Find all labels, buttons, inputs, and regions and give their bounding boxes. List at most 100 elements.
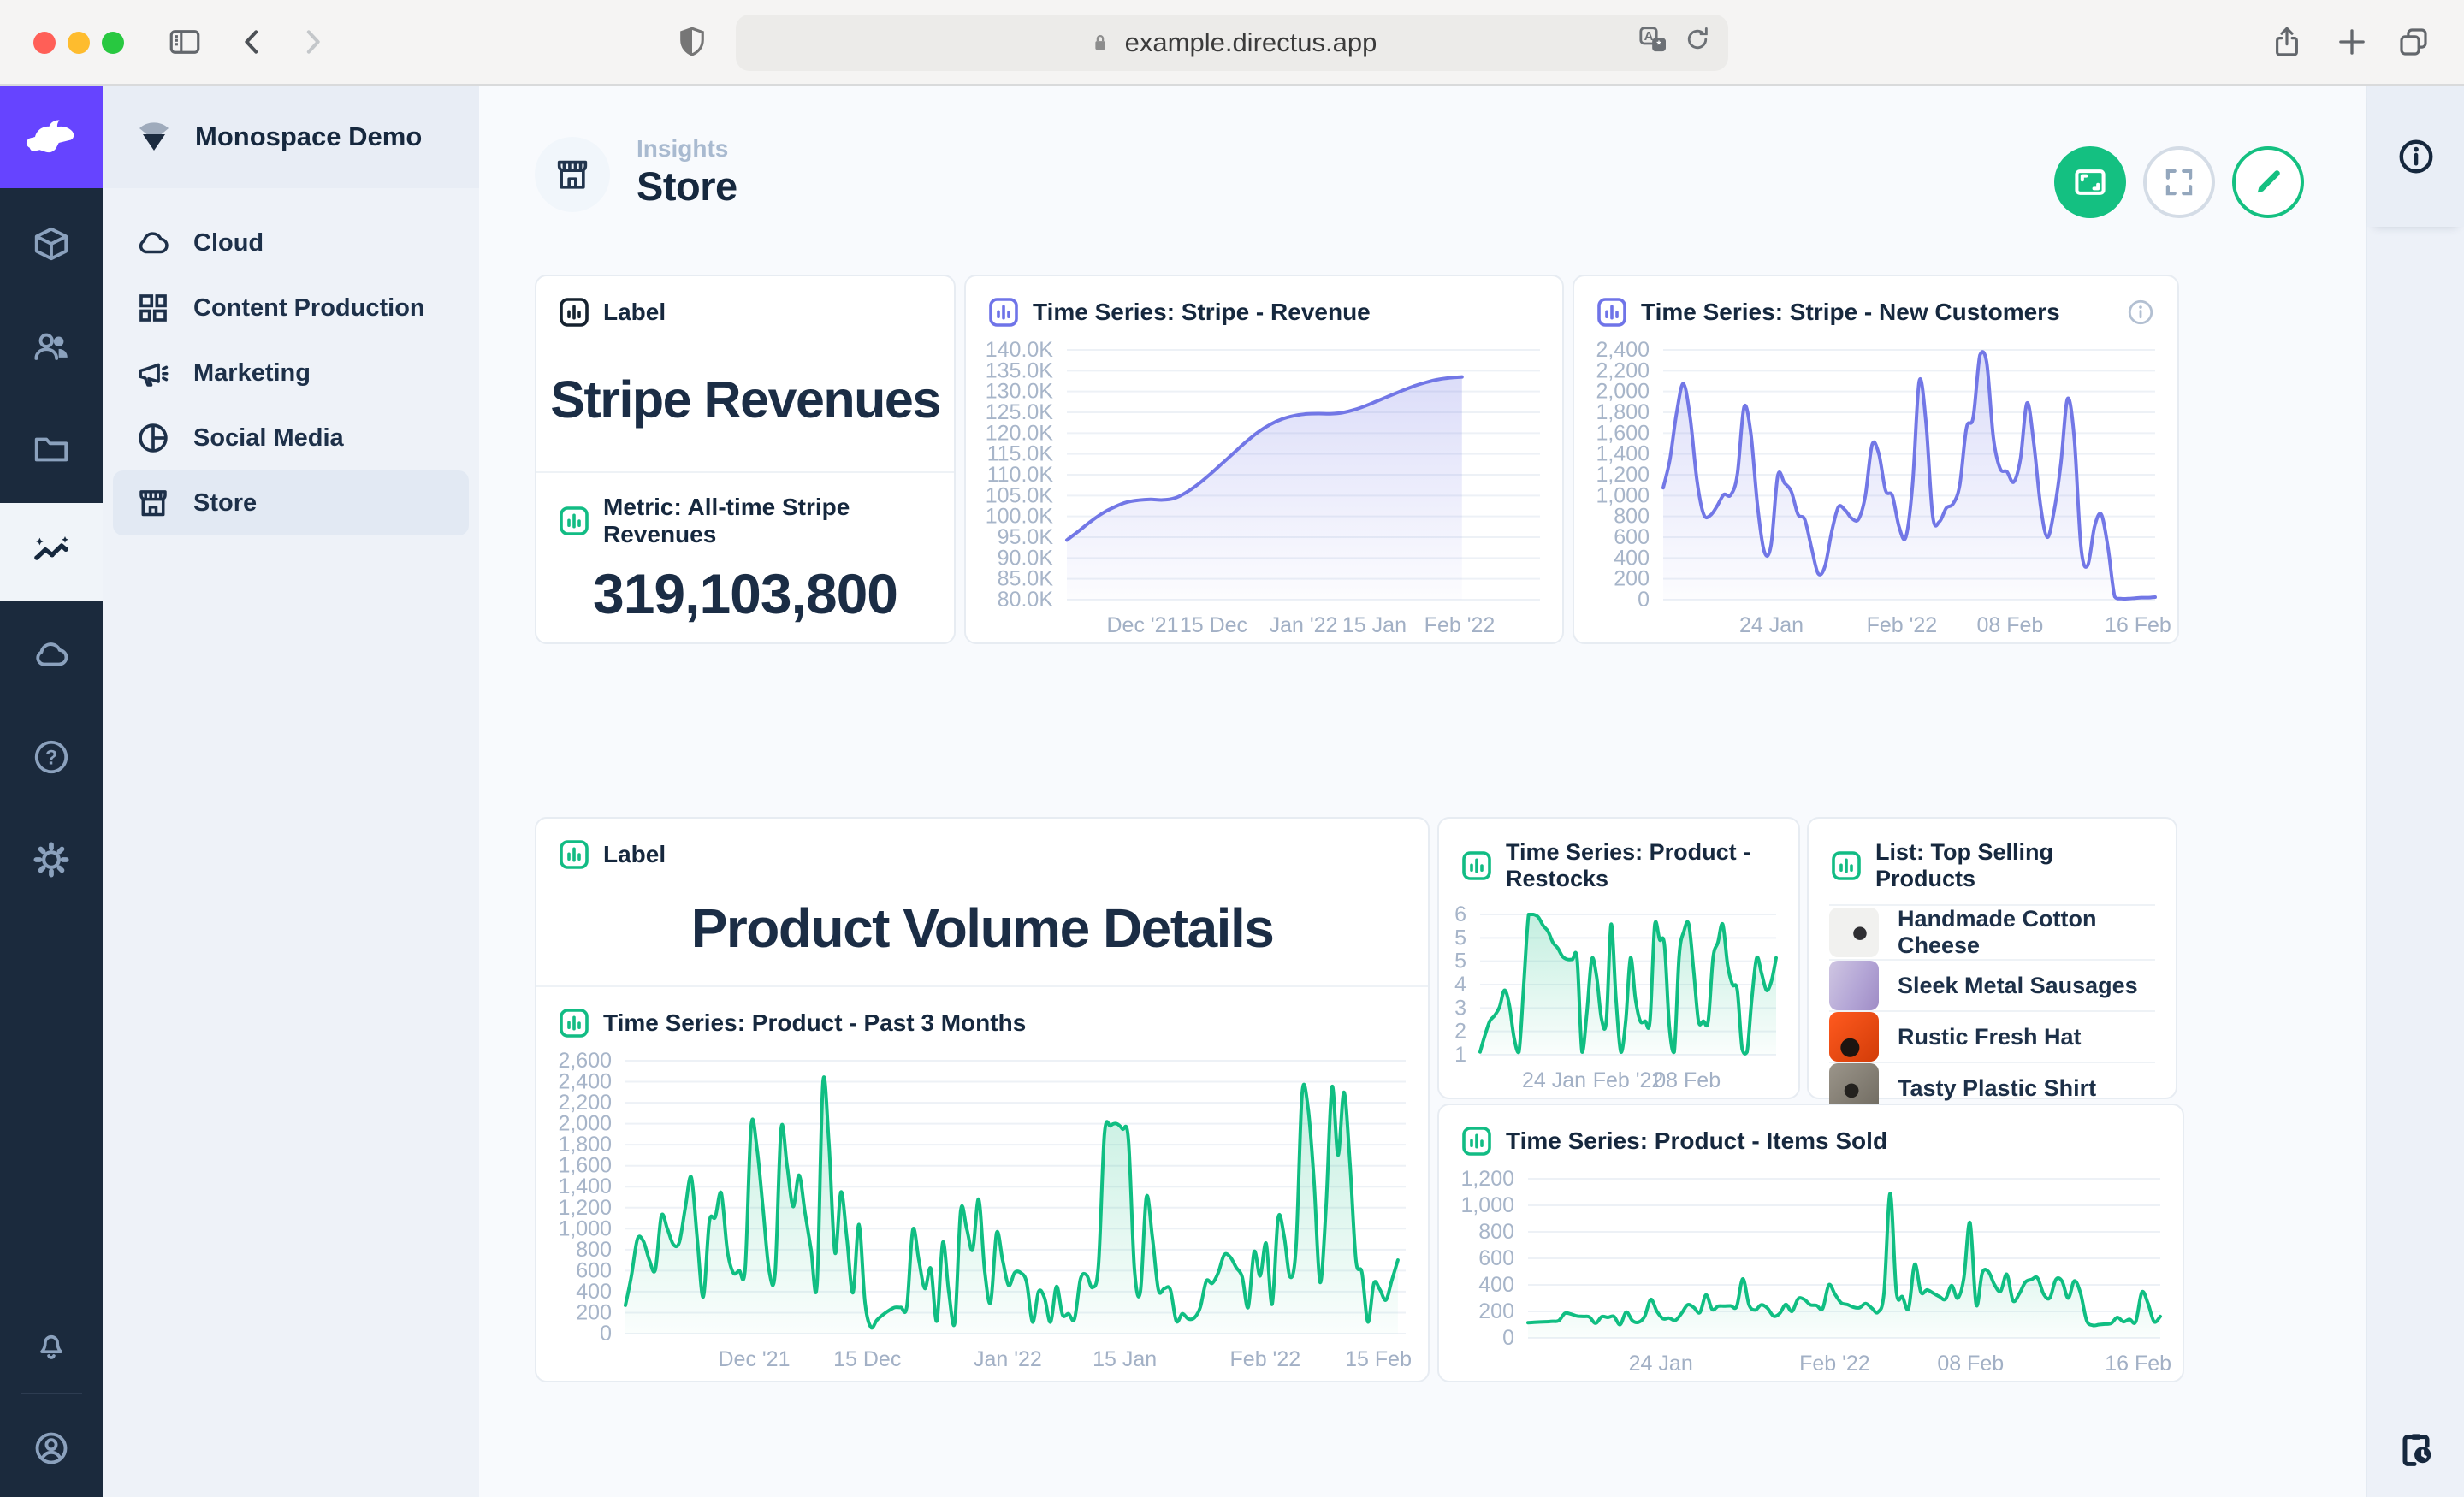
info-icon [2396, 137, 2436, 176]
edit-dashboard-button[interactable] [2232, 146, 2304, 218]
product-name: Handmade Cotton Cheese [1898, 906, 2155, 959]
metric-value: 319,103,800 [536, 557, 954, 642]
panel-title: Time Series: Stripe - Revenue [1033, 299, 1371, 326]
list-item[interactable]: Rustic Fresh Hat [1829, 1010, 2155, 1062]
lock-icon [1087, 30, 1113, 56]
svg-text:08 Feb: 08 Feb [1654, 1068, 1721, 1092]
label-panel: Label Stripe Revenues [536, 276, 954, 471]
label-text: Stripe Revenues [536, 336, 954, 471]
module-files[interactable] [0, 400, 103, 498]
panel-title: Time Series: Stripe - New Customers [1641, 299, 2060, 326]
svg-text:0: 0 [600, 1322, 612, 1346]
panel-product-restocks: Time Series: Product - Restocks 65543212… [1437, 817, 1800, 1099]
share-icon[interactable] [2269, 24, 2305, 60]
svg-text:Jan '22: Jan '22 [974, 1347, 1042, 1371]
svg-text:24 Jan: 24 Jan [1739, 613, 1804, 637]
svg-text:4: 4 [1454, 973, 1466, 997]
panel-title: Label [603, 841, 666, 868]
svg-text:0: 0 [1638, 588, 1650, 612]
traffic-minimize-button[interactable] [68, 32, 90, 54]
sidebar-item-label: Social Media [193, 424, 344, 453]
svg-text:Jan '22: Jan '22 [1270, 613, 1338, 637]
chart-product-restocks: 655432124 JanFeb '2208 Feb [1446, 902, 1792, 1098]
pie-icon [135, 420, 171, 456]
megaphone-icon [135, 355, 171, 391]
directus-logo[interactable] [0, 86, 103, 188]
svg-text:?: ? [45, 746, 58, 769]
user-avatar[interactable] [0, 1399, 103, 1497]
project-header[interactable]: Monospace Demo [103, 86, 479, 188]
list-item[interactable]: Handmade Cotton Cheese [1829, 904, 2155, 959]
svg-text:Feb '22: Feb '22 [1424, 613, 1496, 637]
nav-menu: Cloud Content Production Marketing Socia… [103, 188, 479, 535]
panel-title: Metric: All-time Stripe Revenues [603, 494, 932, 548]
dashboard-icon-circle [535, 137, 610, 212]
svg-text:Feb '22: Feb '22 [1593, 1068, 1664, 1092]
svg-text:Feb '22: Feb '22 [1867, 613, 1938, 637]
module-help[interactable]: ? [0, 708, 103, 806]
panel-label-stripe: Label Stripe Revenues Metric: All-time S… [535, 275, 956, 644]
panel-info-button[interactable] [2126, 298, 2155, 327]
panel-product-items-sold: Time Series: Product - Items Sold 1,2001… [1437, 1104, 2184, 1382]
reload-icon[interactable] [1682, 24, 1713, 62]
module-settings[interactable] [0, 811, 103, 908]
breadcrumb[interactable]: Insights [637, 135, 728, 163]
sidebar-item-marketing[interactable]: Marketing [113, 340, 469, 405]
svg-text:15 Feb: 15 Feb [1345, 1347, 1412, 1371]
svg-text:2: 2 [1454, 1020, 1466, 1044]
back-button-icon[interactable] [235, 25, 270, 59]
chart-product-items-sold: 1,2001,000800600400200024 JanFeb '2208 F… [1446, 1167, 2176, 1382]
product-thumbnail [1829, 1012, 1879, 1062]
panel-header: Time Series: Stripe - New Customers [1574, 276, 2177, 336]
svg-text:0: 0 [1502, 1326, 1514, 1350]
svg-text:Feb '22: Feb '22 [1230, 1347, 1301, 1371]
panel-title: Label [603, 299, 666, 326]
traffic-zoom-button[interactable] [102, 32, 124, 54]
directus-rabbit-icon [19, 104, 84, 169]
translate-icon[interactable]: A* [1636, 22, 1670, 63]
module-users[interactable] [0, 298, 103, 395]
tab-overview-icon[interactable] [2396, 24, 2431, 60]
privacy-shield-icon[interactable] [674, 24, 710, 60]
sidebar-item-content-production[interactable]: Content Production [113, 275, 469, 340]
sidebar-item-label: Cloud [193, 229, 264, 257]
sidebar-item-store[interactable]: Store [113, 470, 469, 535]
new-tab-icon[interactable] [2334, 24, 2370, 60]
svg-text:Feb '22: Feb '22 [1799, 1352, 1870, 1376]
traffic-close-button[interactable] [33, 32, 56, 54]
product-name: Sleek Metal Sausages [1898, 973, 2138, 999]
info-sidebar-button[interactable] [2367, 86, 2464, 227]
panel-product-volume: Label Product Volume Details Time Series… [535, 817, 1430, 1382]
sidebar-toggle-icon[interactable] [167, 24, 203, 60]
sidebar-item-social-media[interactable]: Social Media [113, 405, 469, 470]
cloud-icon [135, 225, 171, 261]
sidebar-item-cloud[interactable]: Cloud [113, 210, 469, 275]
pencil-icon [2250, 164, 2286, 200]
module-content[interactable] [0, 195, 103, 293]
panel-header: List: Top Selling Products [1809, 819, 2176, 901]
svg-text:08 Feb: 08 Feb [1937, 1352, 2004, 1376]
module-cloud[interactable] [0, 606, 103, 703]
clipboard-clock-icon [2396, 1429, 2436, 1469]
svg-text:1: 1 [1454, 1043, 1466, 1067]
list-item[interactable]: Sleek Metal Sausages [1829, 959, 2155, 1010]
url-bar[interactable]: example.directus.app A* [736, 15, 1728, 71]
svg-text:600: 600 [1478, 1246, 1514, 1270]
activity-log-button[interactable] [2396, 1429, 2436, 1473]
svg-text:5: 5 [1454, 926, 1466, 950]
panel-stripe-revenue: Time Series: Stripe - Revenue 140.0K135.… [964, 275, 1564, 644]
auto-refresh-button[interactable] [2054, 146, 2126, 218]
module-insights[interactable] [0, 503, 103, 601]
svg-text:08 Feb: 08 Feb [1976, 613, 2043, 637]
fullscreen-button[interactable] [2143, 146, 2215, 218]
insights-icon [31, 531, 72, 572]
storefront-icon [135, 485, 171, 521]
notifications-bell[interactable] [0, 1295, 103, 1393]
forward-button-icon[interactable] [295, 25, 329, 59]
user-circle-icon [32, 1429, 71, 1468]
panel-header: Time Series: Product - Items Sold [1439, 1105, 2183, 1165]
list-panel-icon [1831, 850, 1862, 881]
svg-text:80.0K: 80.0K [998, 588, 1054, 612]
sidebar-item-label: Marketing [193, 359, 311, 388]
cloud-icon [32, 635, 71, 674]
